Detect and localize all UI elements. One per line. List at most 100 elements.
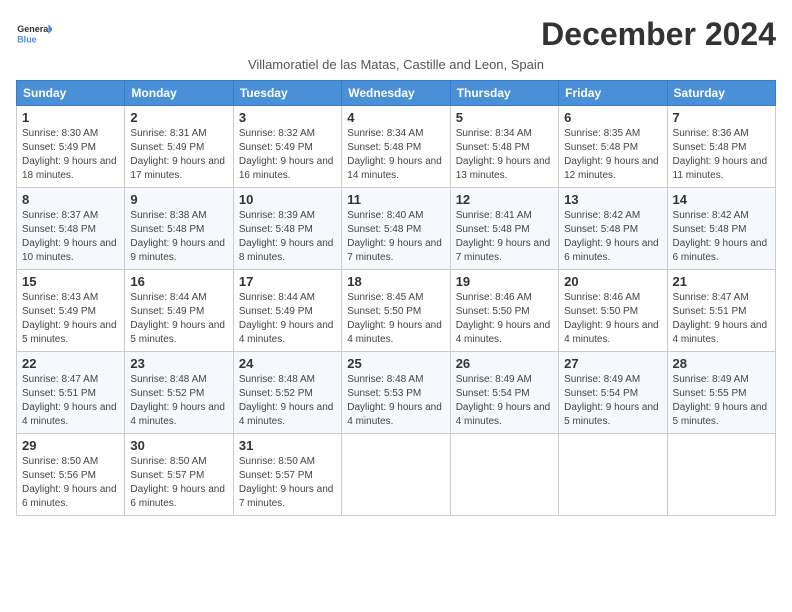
calendar-cell: 25 Sunrise: 8:48 AM Sunset: 5:53 PM Dayl… [342,352,450,434]
calendar-cell: 7 Sunrise: 8:36 AM Sunset: 5:48 PM Dayli… [667,106,775,188]
day-number: 18 [347,274,444,289]
day-number: 9 [130,192,227,207]
calendar-cell: 17 Sunrise: 8:44 AM Sunset: 5:49 PM Dayl… [233,270,341,352]
day-info: Sunrise: 8:50 AM Sunset: 5:57 PM Dayligh… [239,455,336,511]
day-number: 1 [22,110,119,125]
calendar-cell: 24 Sunrise: 8:48 AM Sunset: 5:52 PM Dayl… [233,352,341,434]
calendar-cell: 20 Sunrise: 8:46 AM Sunset: 5:50 PM Dayl… [559,270,667,352]
weekday-header-thursday: Thursday [450,81,558,106]
calendar-cell: 8 Sunrise: 8:37 AM Sunset: 5:48 PM Dayli… [17,188,125,270]
svg-text:General: General [17,24,51,34]
title-area: December 2024 [541,16,776,53]
calendar-week-5: 29 Sunrise: 8:50 AM Sunset: 5:56 PM Dayl… [17,434,776,516]
day-number: 14 [673,192,770,207]
calendar-cell [559,434,667,516]
day-number: 2 [130,110,227,125]
calendar-cell: 12 Sunrise: 8:41 AM Sunset: 5:48 PM Dayl… [450,188,558,270]
day-info: Sunrise: 8:48 AM Sunset: 5:53 PM Dayligh… [347,373,444,429]
day-info: Sunrise: 8:50 AM Sunset: 5:57 PM Dayligh… [130,455,227,511]
calendar-cell: 3 Sunrise: 8:32 AM Sunset: 5:49 PM Dayli… [233,106,341,188]
calendar-cell [667,434,775,516]
day-number: 12 [456,192,553,207]
day-number: 25 [347,356,444,371]
calendar-week-3: 15 Sunrise: 8:43 AM Sunset: 5:49 PM Dayl… [17,270,776,352]
calendar-week-2: 8 Sunrise: 8:37 AM Sunset: 5:48 PM Dayli… [17,188,776,270]
day-number: 15 [22,274,119,289]
day-number: 24 [239,356,336,371]
calendar-cell: 5 Sunrise: 8:34 AM Sunset: 5:48 PM Dayli… [450,106,558,188]
calendar-cell: 4 Sunrise: 8:34 AM Sunset: 5:48 PM Dayli… [342,106,450,188]
calendar-cell: 21 Sunrise: 8:47 AM Sunset: 5:51 PM Dayl… [667,270,775,352]
day-number: 17 [239,274,336,289]
calendar-cell: 28 Sunrise: 8:49 AM Sunset: 5:55 PM Dayl… [667,352,775,434]
day-info: Sunrise: 8:41 AM Sunset: 5:48 PM Dayligh… [456,209,553,265]
day-info: Sunrise: 8:39 AM Sunset: 5:48 PM Dayligh… [239,209,336,265]
weekday-header-wednesday: Wednesday [342,81,450,106]
day-info: Sunrise: 8:42 AM Sunset: 5:48 PM Dayligh… [564,209,661,265]
day-info: Sunrise: 8:44 AM Sunset: 5:49 PM Dayligh… [239,291,336,347]
calendar-cell: 19 Sunrise: 8:46 AM Sunset: 5:50 PM Dayl… [450,270,558,352]
day-info: Sunrise: 8:49 AM Sunset: 5:54 PM Dayligh… [456,373,553,429]
weekday-header-saturday: Saturday [667,81,775,106]
svg-text:Blue: Blue [17,34,37,44]
weekday-header-friday: Friday [559,81,667,106]
day-number: 31 [239,438,336,453]
calendar-cell: 2 Sunrise: 8:31 AM Sunset: 5:49 PM Dayli… [125,106,233,188]
day-info: Sunrise: 8:50 AM Sunset: 5:56 PM Dayligh… [22,455,119,511]
calendar-cell [342,434,450,516]
day-info: Sunrise: 8:38 AM Sunset: 5:48 PM Dayligh… [130,209,227,265]
calendar-cell: 1 Sunrise: 8:30 AM Sunset: 5:49 PM Dayli… [17,106,125,188]
day-number: 10 [239,192,336,207]
calendar-cell: 22 Sunrise: 8:47 AM Sunset: 5:51 PM Dayl… [17,352,125,434]
day-number: 6 [564,110,661,125]
day-info: Sunrise: 8:31 AM Sunset: 5:49 PM Dayligh… [130,127,227,183]
day-info: Sunrise: 8:35 AM Sunset: 5:48 PM Dayligh… [564,127,661,183]
calendar-cell: 23 Sunrise: 8:48 AM Sunset: 5:52 PM Dayl… [125,352,233,434]
day-number: 22 [22,356,119,371]
day-info: Sunrise: 8:47 AM Sunset: 5:51 PM Dayligh… [673,291,770,347]
day-number: 5 [456,110,553,125]
day-number: 13 [564,192,661,207]
day-info: Sunrise: 8:43 AM Sunset: 5:49 PM Dayligh… [22,291,119,347]
calendar-cell: 14 Sunrise: 8:42 AM Sunset: 5:48 PM Dayl… [667,188,775,270]
day-number: 27 [564,356,661,371]
day-info: Sunrise: 8:45 AM Sunset: 5:50 PM Dayligh… [347,291,444,347]
day-number: 7 [673,110,770,125]
calendar-cell: 9 Sunrise: 8:38 AM Sunset: 5:48 PM Dayli… [125,188,233,270]
day-number: 20 [564,274,661,289]
calendar-cell: 11 Sunrise: 8:40 AM Sunset: 5:48 PM Dayl… [342,188,450,270]
calendar-week-4: 22 Sunrise: 8:47 AM Sunset: 5:51 PM Dayl… [17,352,776,434]
calendar-cell: 18 Sunrise: 8:45 AM Sunset: 5:50 PM Dayl… [342,270,450,352]
day-number: 16 [130,274,227,289]
day-number: 26 [456,356,553,371]
calendar-cell: 30 Sunrise: 8:50 AM Sunset: 5:57 PM Dayl… [125,434,233,516]
month-title: December 2024 [541,16,776,53]
calendar-cell: 6 Sunrise: 8:35 AM Sunset: 5:48 PM Dayli… [559,106,667,188]
weekday-header-sunday: Sunday [17,81,125,106]
header: General Blue December 2024 [16,16,776,53]
day-number: 8 [22,192,119,207]
day-info: Sunrise: 8:47 AM Sunset: 5:51 PM Dayligh… [22,373,119,429]
day-info: Sunrise: 8:32 AM Sunset: 5:49 PM Dayligh… [239,127,336,183]
calendar-cell: 10 Sunrise: 8:39 AM Sunset: 5:48 PM Dayl… [233,188,341,270]
calendar-cell: 31 Sunrise: 8:50 AM Sunset: 5:57 PM Dayl… [233,434,341,516]
day-info: Sunrise: 8:34 AM Sunset: 5:48 PM Dayligh… [456,127,553,183]
day-number: 28 [673,356,770,371]
day-info: Sunrise: 8:42 AM Sunset: 5:48 PM Dayligh… [673,209,770,265]
weekday-header-monday: Monday [125,81,233,106]
logo: General Blue [16,16,52,52]
day-number: 4 [347,110,444,125]
day-info: Sunrise: 8:46 AM Sunset: 5:50 PM Dayligh… [564,291,661,347]
day-number: 19 [456,274,553,289]
calendar-cell: 27 Sunrise: 8:49 AM Sunset: 5:54 PM Dayl… [559,352,667,434]
calendar-table: SundayMondayTuesdayWednesdayThursdayFrid… [16,80,776,516]
calendar-cell: 13 Sunrise: 8:42 AM Sunset: 5:48 PM Dayl… [559,188,667,270]
day-info: Sunrise: 8:40 AM Sunset: 5:48 PM Dayligh… [347,209,444,265]
day-number: 21 [673,274,770,289]
day-info: Sunrise: 8:49 AM Sunset: 5:54 PM Dayligh… [564,373,661,429]
calendar-cell [450,434,558,516]
calendar-cell: 29 Sunrise: 8:50 AM Sunset: 5:56 PM Dayl… [17,434,125,516]
logo-svg: General Blue [16,16,52,52]
day-number: 11 [347,192,444,207]
day-number: 23 [130,356,227,371]
